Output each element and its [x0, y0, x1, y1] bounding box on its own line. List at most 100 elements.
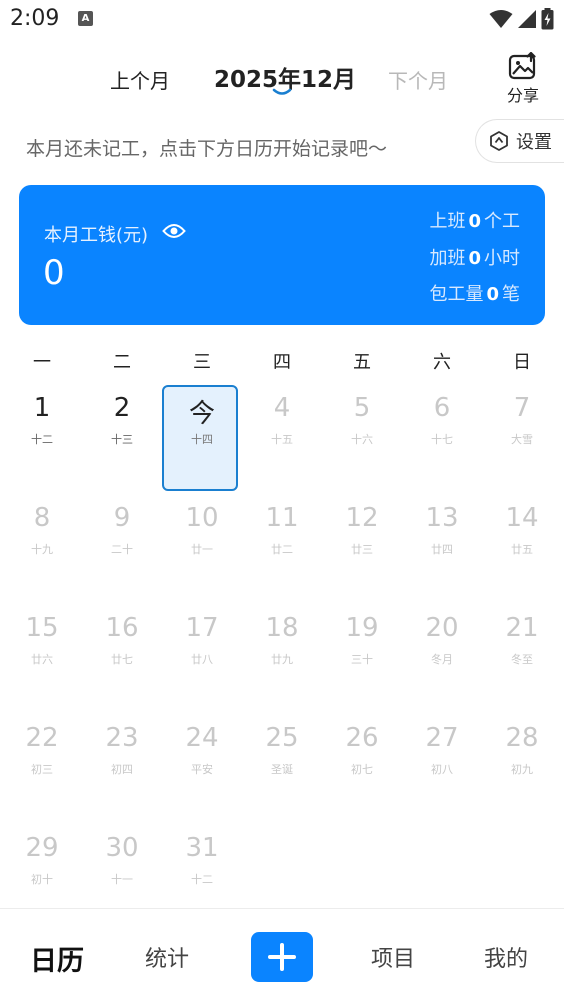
stat-unit: 笔: [502, 284, 520, 305]
calendar-day[interactable]: 14 廿五: [482, 493, 562, 603]
monthly-wage-card[interactable]: 本月工钱(元) 0 上班 0 个工 加班 0 小时 包工量 0 笔: [19, 185, 545, 325]
lunar-date: 二十: [111, 543, 133, 556]
calendar-day[interactable]: 17 廿八: [162, 603, 242, 713]
calendar-day[interactable]: 26 初七: [322, 713, 402, 823]
day-number: 12: [345, 503, 379, 533]
share-button[interactable]: 分享: [500, 50, 546, 108]
lunar-date: 初八: [431, 763, 453, 776]
calendar-day[interactable]: 22 初三: [2, 713, 82, 823]
lunar-date: 初四: [111, 763, 133, 776]
day-number: 1: [33, 393, 51, 423]
wage-title: 本月工钱(元): [44, 225, 149, 246]
nav-tab-stats[interactable]: 统计: [145, 941, 189, 973]
calendar-day[interactable]: 13 廿四: [402, 493, 482, 603]
lunar-date: 廿五: [511, 543, 533, 556]
nav-tab-projects[interactable]: 项目: [371, 941, 415, 973]
calendar-day[interactable]: 4 十五: [242, 383, 322, 493]
calendar-day[interactable]: 23 初四: [82, 713, 162, 823]
chevron-down-icon[interactable]: [272, 88, 292, 98]
day-number: 21: [505, 613, 539, 643]
day-number: 13: [425, 503, 459, 533]
weekday-label: 三: [193, 352, 211, 373]
calendar-day[interactable]: 16 廿七: [82, 603, 162, 713]
stat-value: 0: [468, 248, 481, 269]
settings-hexagon-icon: [490, 131, 508, 151]
eye-icon[interactable]: [162, 222, 186, 240]
calendar-day[interactable]: 5 十六: [322, 383, 402, 493]
stat-contract-work: 包工量 0 笔: [429, 280, 520, 306]
calendar-week-row: 22 初三 23 初四 24 平安 25 圣诞 26 初七 27 初八 28 初九: [2, 713, 562, 823]
calendar-grid: 1 十二 2 十三今十四 4 十五 5 十六 6 十七 7 大雪 8 十九 9 二十 10 廿一 11 廿二 12 廿三 1…: [2, 383, 562, 933]
day-number: 30: [105, 833, 139, 863]
stat-unit: 小时: [484, 248, 520, 269]
empty-month-hint: 本月还未记工，点击下方日历开始记录吧～: [26, 138, 388, 160]
weekday-label: 六: [433, 352, 451, 373]
nav-tab-mine[interactable]: 我的: [484, 941, 528, 973]
lunar-date: 十六: [351, 433, 373, 446]
day-number: 16: [105, 613, 139, 643]
prev-month-button[interactable]: 上个月: [110, 65, 170, 94]
stat-label: 上班: [429, 211, 466, 232]
day-number: 6: [433, 393, 451, 423]
weekday-label: 日: [513, 352, 531, 373]
lunar-date: 十五: [271, 433, 293, 446]
bottom-nav: 日历 统计 项目 我的: [0, 908, 564, 1004]
lunar-date: 廿二: [271, 543, 293, 556]
day-number: 23: [105, 723, 139, 753]
calendar-day[interactable]: 27 初八: [402, 713, 482, 823]
calendar-day[interactable]: 7 大雪: [482, 383, 562, 493]
calendar-day[interactable]: 24 平安: [162, 713, 242, 823]
calendar-day[interactable]: 6 十七: [402, 383, 482, 493]
day-number: 今: [188, 399, 215, 429]
calendar-day[interactable]: 25 圣诞: [242, 713, 322, 823]
stat-overtime-hours: 加班 0 小时: [429, 244, 520, 270]
day-number: 24: [185, 723, 219, 753]
calendar-day[interactable]: 11 廿二: [242, 493, 322, 603]
month-header: 上个月 2025年12月 下个月 分享: [0, 50, 564, 110]
calendar-day[interactable]: 10 廿一: [162, 493, 242, 603]
stat-value: 0: [468, 211, 481, 232]
calendar-day-today[interactable]: 今十四: [162, 383, 242, 493]
calendar-day[interactable]: 9 二十: [82, 493, 162, 603]
status-bar: 2:09 A: [0, 0, 564, 40]
wage-amount: 0: [43, 253, 65, 293]
add-record-button[interactable]: [251, 932, 313, 982]
calendar-day[interactable]: 12 廿三: [322, 493, 402, 603]
calendar-day[interactable]: 20 冬月: [402, 603, 482, 713]
day-number: 15: [25, 613, 59, 643]
weekday-label: 一: [33, 352, 51, 373]
lunar-date: 十二: [31, 433, 53, 446]
stat-work-days: 上班 0 个工: [429, 207, 520, 233]
day-number: 4: [273, 393, 291, 423]
day-number: 5: [353, 393, 371, 423]
nav-tab-calendar[interactable]: 日历: [30, 939, 84, 978]
cell-signal-icon: [518, 10, 536, 28]
calendar-day[interactable]: 1 十二: [2, 383, 82, 493]
weekday-header: 一 二 三 四 五 六 日: [0, 348, 564, 374]
lunar-date: 初七: [351, 763, 373, 776]
stat-unit: 个工: [484, 211, 520, 232]
lunar-date: 十一: [111, 873, 133, 886]
weekday-label: 五: [353, 352, 371, 373]
day-number: 28: [505, 723, 539, 753]
day-number: 31: [185, 833, 219, 863]
lunar-date: 十七: [431, 433, 453, 446]
calendar-day[interactable]: 8 十九: [2, 493, 82, 603]
share-label: 分享: [506, 86, 539, 105]
stat-label: 包工量: [429, 284, 484, 305]
battery-charging-icon: [541, 8, 554, 30]
day-number: 11: [265, 503, 299, 533]
calendar-day[interactable]: 19 三十: [322, 603, 402, 713]
calendar-day[interactable]: 15 廿六: [2, 603, 82, 713]
lunar-date: 初九: [511, 763, 533, 776]
day-number: 8: [33, 503, 51, 533]
settings-button[interactable]: 设置: [475, 119, 564, 163]
calendar-day[interactable]: 18 廿九: [242, 603, 322, 713]
settings-label: 设置: [516, 132, 552, 153]
day-number: 29: [25, 833, 59, 863]
next-month-button[interactable]: 下个月: [388, 65, 448, 94]
calendar-day[interactable]: 2 十三: [82, 383, 162, 493]
share-image-icon: [508, 52, 536, 80]
calendar-day[interactable]: 28 初九: [482, 713, 562, 823]
calendar-day[interactable]: 21 冬至: [482, 603, 562, 713]
